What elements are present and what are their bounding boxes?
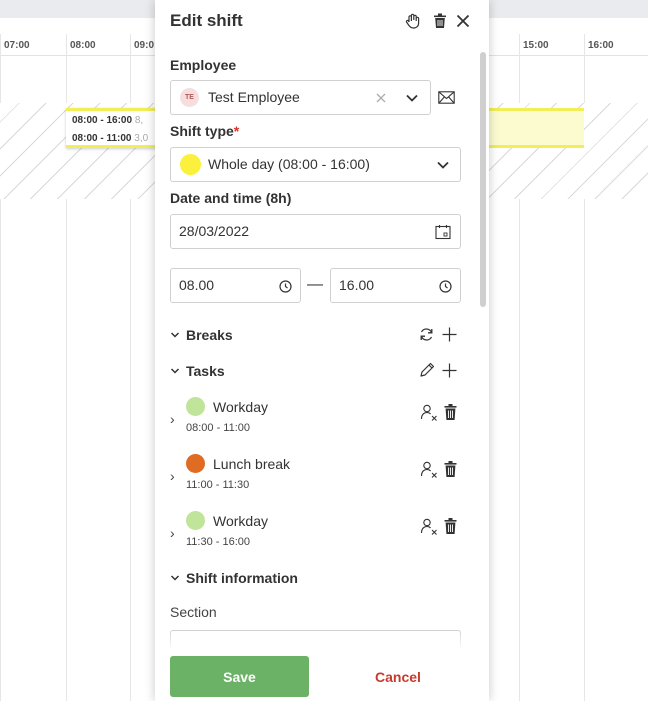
task-time: 11:00 - 11:30 (186, 479, 250, 491)
shift-block-line: 08:00 - 11:00 3,0 (72, 133, 148, 144)
task-color-dot (186, 397, 205, 416)
date-value: 28/03/2022 (179, 223, 250, 239)
chevron-right-icon[interactable]: › (170, 411, 175, 427)
shift-type-label: Shift type* (170, 123, 239, 139)
trash-icon[interactable] (443, 403, 458, 423)
modal-title: Edit shift (170, 11, 243, 30)
chevron-down-icon[interactable] (405, 92, 419, 104)
shift-block-extra: 8, (134, 115, 144, 126)
task-time: 08:00 - 11:00 (186, 422, 251, 434)
clock-icon[interactable] (279, 280, 292, 293)
shift-type-select[interactable]: Whole day (08:00 - 16:00) (170, 147, 461, 182)
task-name: Workday (213, 513, 268, 529)
unassign-user-icon[interactable] (420, 403, 438, 423)
add-task-icon[interactable] (441, 362, 458, 379)
employee-label: Employee (170, 57, 237, 73)
scroll-fade (155, 630, 485, 650)
tasks-label: Tasks (186, 363, 225, 379)
employee-select[interactable]: TE Test Employee (170, 80, 431, 115)
section-label: Section (170, 604, 217, 620)
shift-block-line: 08:00 - 16:00 8, (72, 115, 143, 126)
hour-label: 08:00 (70, 40, 96, 51)
refresh-icon[interactable] (418, 326, 435, 343)
clock-icon[interactable] (439, 280, 452, 293)
shift-block-continuation[interactable] (486, 108, 584, 148)
hand-icon[interactable] (404, 12, 422, 30)
date-time-label: Date and time (8h) (170, 190, 292, 206)
tasks-toggle[interactable]: Tasks (170, 363, 225, 379)
hour-label: 09:0 (134, 40, 155, 51)
chevron-right-icon[interactable]: › (170, 468, 175, 484)
task-item[interactable]: › Workday 11:30 - 16:00 (170, 511, 470, 557)
trash-icon[interactable] (443, 460, 458, 480)
edit-shift-panel: Edit shift Employee TE Test Employee Shi… (155, 0, 489, 701)
chevron-right-icon[interactable]: › (170, 525, 175, 541)
unassign-user-icon[interactable] (420, 517, 438, 537)
task-name: Workday (213, 399, 268, 415)
shift-type-value: Whole day (08:00 - 16:00) (208, 156, 370, 172)
shift-color-dot (180, 154, 201, 175)
task-name: Lunch break (213, 456, 291, 472)
chevron-down-icon[interactable] (436, 159, 450, 171)
scrollbar-thumb[interactable] (480, 52, 486, 307)
pencil-icon[interactable] (419, 362, 435, 378)
task-color-dot (186, 454, 205, 473)
hour-label: 15:00 (523, 40, 549, 51)
task-color-dot (186, 511, 205, 530)
hour-label: 07:00 (4, 40, 30, 51)
shift-information-toggle[interactable]: Shift information (170, 570, 298, 586)
save-button[interactable]: Save (170, 656, 309, 697)
task-item[interactable]: › Workday 08:00 - 11:00 (170, 397, 470, 443)
unassign-user-icon[interactable] (420, 460, 438, 480)
task-time: 11:30 - 16:00 (186, 536, 251, 548)
shift-block-time: 08:00 - 16:00 (72, 115, 133, 126)
shift-block-time: 08:00 - 11:00 (72, 133, 132, 144)
task-item[interactable]: › Lunch break 11:00 - 11:30 (170, 454, 470, 500)
breaks-label: Breaks (186, 327, 233, 343)
start-time-value: 08.00 (179, 277, 215, 293)
shift-block[interactable]: 08:00 - 16:00 8, 08:00 - 11:00 3,0 (66, 108, 158, 148)
chevron-down-icon (170, 368, 180, 374)
date-input[interactable]: 28/03/2022 (170, 214, 461, 249)
end-time-value: 16.00 (339, 277, 375, 293)
calendar-icon[interactable] (435, 224, 451, 240)
mail-icon[interactable] (438, 91, 455, 104)
breaks-toggle[interactable]: Breaks (170, 327, 233, 343)
time-separator: — (307, 276, 323, 293)
shift-type-label-text: Shift type (170, 123, 234, 139)
required-mark: * (233, 123, 240, 139)
end-time-input[interactable]: 16.00 (330, 268, 461, 303)
chevron-down-icon (170, 575, 180, 581)
shift-information-label: Shift information (186, 570, 298, 586)
chevron-down-icon (170, 332, 180, 338)
shift-block-extra: 3,0 (134, 133, 149, 144)
add-break-icon[interactable] (441, 326, 458, 343)
cancel-button[interactable]: Cancel (345, 656, 451, 697)
clear-icon[interactable] (375, 92, 387, 104)
hour-label: 16:00 (588, 40, 614, 51)
employee-avatar: TE (180, 88, 199, 107)
start-time-input[interactable]: 08.00 (170, 268, 301, 303)
trash-icon[interactable] (431, 12, 449, 30)
close-icon[interactable] (454, 12, 472, 30)
trash-icon[interactable] (443, 517, 458, 537)
employee-value: Test Employee (208, 89, 300, 105)
